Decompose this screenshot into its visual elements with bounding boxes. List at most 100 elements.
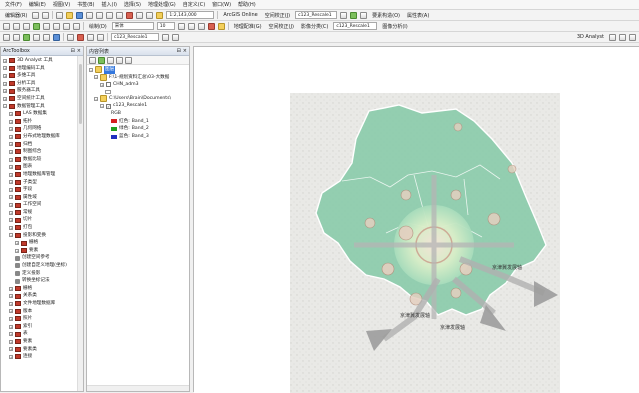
expand-icon[interactable]: + — [9, 309, 13, 314]
toolbox-item[interactable]: + 地理编码工具 — [3, 65, 83, 73]
copy-icon[interactable] — [106, 11, 114, 19]
layer-select[interactable]: c123_Rescale1 — [295, 11, 338, 19]
image-analysis-menu[interactable]: 图像分析(I) — [380, 23, 409, 30]
expand-icon[interactable]: + — [9, 111, 13, 116]
options-icon[interactable] — [125, 56, 132, 64]
toolbox-item[interactable]: + 归档 — [3, 141, 83, 149]
toc-hscrollbar[interactable] — [87, 385, 189, 391]
toolbox-scrollbar[interactable] — [77, 56, 83, 391]
expand-icon[interactable]: + — [15, 248, 19, 253]
toolbox-item[interactable]: + 连接 — [3, 353, 83, 361]
font-color-icon[interactable] — [207, 22, 215, 30]
expand-icon[interactable]: + — [9, 157, 13, 162]
toolbox-item[interactable]: + 分析工具 — [3, 80, 83, 88]
expand-icon[interactable]: + — [3, 96, 7, 101]
feature-construct-menu[interactable]: 要素构造(O) — [370, 12, 402, 19]
toolbox-item[interactable]: + 属性域 — [3, 194, 83, 202]
print-icon[interactable] — [86, 11, 94, 19]
expand-icon[interactable]: + — [9, 316, 13, 321]
collapse-icon[interactable]: − — [94, 75, 98, 80]
expand-icon[interactable]: + — [9, 347, 13, 352]
layer-visibility-checkbox[interactable] — [106, 82, 111, 88]
toolbox-item[interactable]: + 要素 — [3, 338, 83, 346]
layer-visibility-checkbox[interactable]: ✓ — [106, 103, 111, 109]
expand-icon[interactable]: + — [9, 180, 13, 185]
toolbox-item[interactable]: + 子类型 — [3, 179, 83, 187]
toolbox-item[interactable]: + 服务器工具 — [3, 87, 83, 95]
catalog-icon[interactable] — [67, 33, 74, 41]
expand-icon[interactable]: + — [15, 241, 19, 246]
list-by-source-icon[interactable] — [98, 56, 105, 64]
toolbox-item[interactable]: + 图表 — [3, 163, 83, 171]
arcgis-online-button[interactable]: ArcGIS Online — [221, 12, 259, 18]
underline-icon[interactable] — [197, 22, 205, 30]
menu-geoprocessing[interactable]: 地理处理(G) — [146, 1, 178, 8]
goto-xy-icon[interactable] — [43, 33, 50, 41]
hyperlink-icon[interactable] — [23, 33, 30, 41]
toolbox-item[interactable]: + 空间统计工具 — [3, 95, 83, 103]
menu-windows[interactable]: 窗口(W) — [210, 1, 233, 8]
expand-icon[interactable]: + — [9, 210, 13, 215]
layer-tool-icon[interactable] — [3, 33, 10, 41]
paste-icon[interactable] — [116, 11, 124, 19]
expand-icon[interactable]: + — [9, 339, 13, 344]
expand-icon[interactable]: + — [9, 203, 13, 208]
map-canvas[interactable]: 京津冀发展轴 京津发展轴 京津冀发展轴 — [194, 47, 639, 393]
python-icon[interactable] — [87, 33, 94, 41]
save-icon[interactable] — [76, 11, 84, 19]
band-row-red[interactable]: 红色: Band_1 — [89, 118, 189, 126]
toolbox-item[interactable]: − 投影和变换 — [3, 232, 83, 240]
toolbox-icon[interactable] — [77, 33, 84, 41]
vertex-icon[interactable] — [42, 11, 50, 19]
spatial-adjust-menu[interactable]: 空间校正(J) — [263, 12, 292, 19]
pin-icon[interactable]: ⊟ — [177, 48, 181, 54]
toolbox-item[interactable]: + 分布式地理数据库 — [3, 133, 83, 141]
expand-icon[interactable]: + — [3, 73, 7, 78]
find-icon[interactable] — [33, 33, 40, 41]
menu-selection[interactable]: 选择(S) — [122, 1, 143, 8]
expand-icon[interactable]: + — [9, 119, 13, 124]
cut-icon[interactable] — [96, 11, 104, 19]
georeferencing-menu[interactable]: 地理配准(G) — [232, 23, 264, 30]
expand-icon[interactable]: + — [3, 89, 7, 94]
toc-layer-chn-adm3[interactable]: + CHN_adm3 — [89, 81, 189, 89]
toolbox-item[interactable]: + 要素类 — [3, 346, 83, 354]
expand-icon[interactable]: + — [9, 286, 13, 291]
polygon-symbol-icon[interactable] — [105, 89, 111, 94]
redo-icon[interactable] — [146, 11, 154, 19]
flicker-icon[interactable] — [172, 33, 179, 41]
menu-file[interactable]: 文件(F) — [3, 1, 24, 8]
bold-icon[interactable] — [177, 22, 185, 30]
edit-tool-icon[interactable] — [32, 11, 40, 19]
draw-menu[interactable]: 绘制(D) — [87, 23, 109, 30]
toolbox-item[interactable]: + 数据比较 — [3, 156, 83, 164]
spatial-adjust2-menu[interactable]: 空间校正(J) — [267, 23, 296, 30]
toolbox-item[interactable]: + 字段 — [3, 186, 83, 194]
swipe-icon[interactable] — [162, 33, 169, 41]
toolbox-item[interactable]: + 几何网络 — [3, 125, 83, 133]
toolbox-item[interactable]: + 索引 — [3, 323, 83, 331]
toolbox-item[interactable]: 创建空间参考 — [3, 254, 83, 262]
info-icon[interactable] — [73, 22, 80, 30]
zoom-out-icon[interactable] — [13, 22, 20, 30]
profile-icon[interactable] — [629, 33, 636, 41]
menu-help[interactable]: 帮助(H) — [236, 1, 258, 8]
3d-analyst-menu[interactable]: 3D Analyst — [575, 34, 606, 40]
editor-menu[interactable]: 编辑器(R) — [3, 12, 29, 19]
toolbox-item[interactable]: + 要素 — [3, 247, 83, 255]
toolbox-item[interactable]: + 照片 — [3, 315, 83, 323]
toolbar3-layer-select[interactable]: c123_Rescale1 — [111, 33, 159, 41]
collapse-icon[interactable]: − — [89, 67, 93, 72]
close-icon[interactable]: × — [77, 48, 81, 54]
toolbox-item[interactable]: + 切片 — [3, 216, 83, 224]
scrollbar-thumb[interactable] — [79, 64, 82, 124]
fill-color-icon[interactable] — [217, 22, 225, 30]
list-by-visibility-icon[interactable] — [107, 56, 114, 64]
expand-icon[interactable]: + — [9, 354, 13, 359]
expand-icon[interactable]: + — [3, 58, 7, 63]
toc-group-1[interactable]: − F:\1-规划资料汇总\03-大数据 — [89, 73, 189, 82]
delete-icon[interactable] — [126, 11, 134, 19]
zoom-in-icon[interactable] — [3, 22, 10, 30]
toolbox-item[interactable]: + LAS 数据集 — [3, 110, 83, 118]
pin-icon[interactable]: ⊟ — [71, 48, 75, 54]
